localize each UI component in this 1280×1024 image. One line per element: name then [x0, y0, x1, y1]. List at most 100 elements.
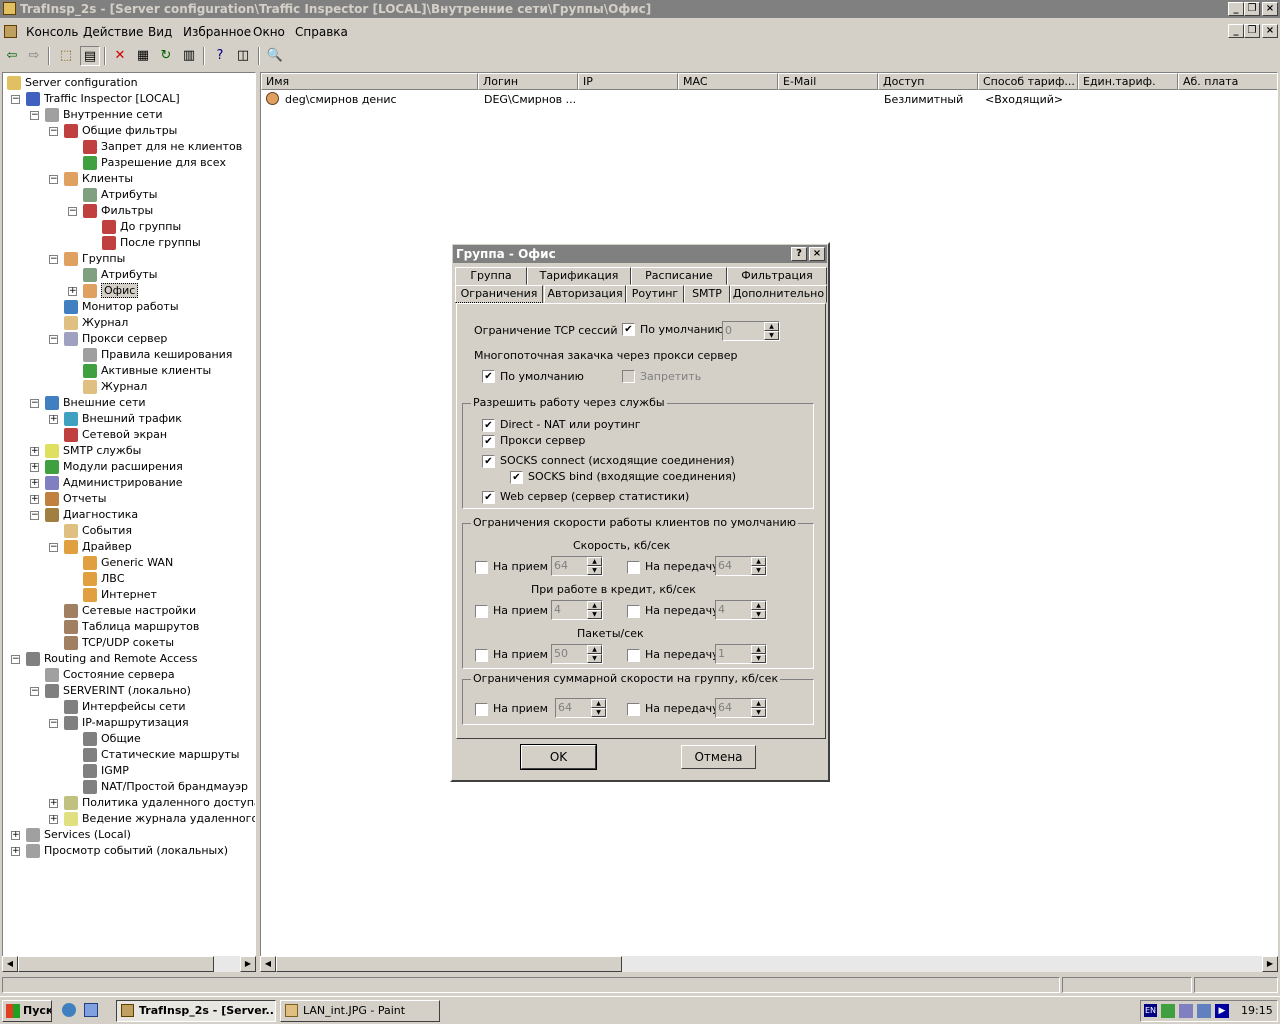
list-hscrollbar[interactable]: ◀ ▶ — [260, 956, 1278, 972]
service-socks-connect-checkbox[interactable]: ✔ — [482, 455, 495, 468]
task-trafinsp[interactable]: TrafInsp_2s - [Server... — [116, 1000, 276, 1022]
scroll-right-icon[interactable]: ▶ — [1262, 956, 1278, 972]
column-header-tariff-unit[interactable]: Един.тариф. — [1078, 73, 1178, 90]
tree-item[interactable]: Сетевой экран — [64, 427, 167, 443]
column-header-fee[interactable]: Аб. плата — [1178, 73, 1277, 90]
search-icon[interactable]: 🔍 — [265, 46, 285, 66]
traffic-inspector-tray-icon[interactable] — [1161, 1004, 1175, 1018]
mdi-close-icon[interactable]: × — [1262, 24, 1278, 38]
spin-down-icon[interactable]: ▼ — [751, 708, 766, 717]
tree-item[interactable]: Сетевые настройки — [64, 603, 196, 619]
collapse-icon[interactable]: − — [49, 255, 58, 264]
group-send-checkbox[interactable] — [627, 703, 640, 716]
credit-recv-checkbox[interactable] — [475, 605, 488, 618]
tree-item[interactable]: − Драйвер — [49, 539, 132, 555]
tree-item[interactable]: Server configuration — [7, 75, 138, 91]
menu-console[interactable]: Консоль — [26, 25, 78, 39]
tree-item[interactable]: До группы — [102, 219, 181, 235]
menu-window[interactable]: Окно — [253, 25, 285, 39]
app-icon[interactable] — [3, 2, 16, 15]
group-recv-spinner[interactable]: 64 ▲ ▼ — [555, 698, 607, 718]
collapse-icon[interactable]: − — [49, 127, 58, 136]
expand-icon[interactable]: + — [11, 831, 20, 840]
packets-recv-spinner[interactable]: 50 ▲ ▼ — [551, 644, 603, 664]
export-icon[interactable]: ▥ — [179, 46, 199, 66]
tree-item[interactable]: IGMP — [83, 763, 129, 779]
tab-additional[interactable]: Дополнительно — [730, 285, 827, 303]
help-icon[interactable]: ? — [791, 247, 807, 261]
column-header-login[interactable]: Логин — [478, 73, 578, 90]
tree-item[interactable]: + SMTP службы — [30, 443, 141, 459]
tree-item[interactable]: TCP/UDP сокеты — [64, 635, 174, 651]
tree-item[interactable]: После группы — [102, 235, 201, 251]
console-icon[interactable] — [4, 25, 17, 38]
minimize-icon[interactable]: _ — [1228, 2, 1244, 16]
credit-recv-spinner[interactable]: 4 ▲ ▼ — [551, 600, 603, 620]
packets-send-checkbox[interactable] — [627, 649, 640, 662]
tree-item[interactable]: ЛВС — [83, 571, 125, 587]
spin-up-icon[interactable]: ▲ — [591, 699, 606, 708]
menu-help[interactable]: Справка — [295, 25, 348, 39]
expand-icon[interactable]: + — [49, 815, 58, 824]
tree-item[interactable]: − Прокси сервер — [49, 331, 167, 347]
credit-send-spinner[interactable]: 4 ▲ ▼ — [715, 600, 767, 620]
collapse-icon[interactable]: − — [11, 95, 20, 104]
group-recv-checkbox[interactable] — [475, 703, 488, 716]
tree-item[interactable]: Интернет — [83, 587, 157, 603]
tree-item[interactable]: Атрибуты — [83, 267, 157, 283]
collapse-icon[interactable]: − — [11, 655, 20, 664]
collapse-icon[interactable]: − — [30, 111, 39, 120]
tab-routing[interactable]: Роутинг — [626, 285, 684, 303]
collapse-icon[interactable]: − — [49, 719, 58, 728]
tree-item[interactable]: События — [64, 523, 132, 539]
spin-up-icon[interactable]: ▲ — [751, 557, 766, 566]
column-header-email[interactable]: E-Mail — [778, 73, 878, 90]
column-header-ip[interactable]: IP — [578, 73, 678, 90]
properties-icon[interactable]: ▦ — [133, 46, 153, 66]
tree-item[interactable]: Интерфейсы сети — [64, 699, 186, 715]
spin-down-icon[interactable]: ▼ — [591, 708, 606, 717]
expand-icon[interactable]: + — [68, 287, 77, 296]
scroll-left-icon[interactable]: ◀ — [260, 956, 276, 972]
service-socks-bind-checkbox[interactable]: ✔ — [510, 471, 523, 484]
tab-restrictions[interactable]: Ограничения — [455, 285, 543, 303]
tree-item[interactable]: − Общие фильтры — [49, 123, 177, 139]
tree-item[interactable]: − Группы — [49, 251, 125, 267]
tree-item[interactable]: + Ведение журнала удаленного дос — [49, 811, 255, 827]
tree-hscrollbar[interactable]: ◀ ▶ — [2, 956, 256, 972]
tree-item[interactable]: Монитор работы — [64, 299, 179, 315]
tree-item[interactable]: − Внешние сети — [30, 395, 146, 411]
speed-send-checkbox[interactable] — [627, 561, 640, 574]
spin-up-icon[interactable]: ▲ — [587, 557, 602, 566]
speed-recv-checkbox[interactable] — [475, 561, 488, 574]
delete-icon[interactable]: ✕ — [110, 46, 130, 66]
network-icon[interactable] — [1179, 1004, 1193, 1018]
tree-item[interactable]: + Просмотр событий (локальных) — [11, 843, 228, 859]
spin-down-icon[interactable]: ▼ — [587, 610, 602, 619]
tree-item[interactable]: Активные клиенты — [83, 363, 211, 379]
column-header-access[interactable]: Доступ — [878, 73, 978, 90]
tree-item[interactable]: − Клиенты — [49, 171, 133, 187]
expand-icon[interactable]: + — [30, 447, 39, 456]
outlook-icon[interactable] — [84, 1003, 98, 1017]
collapse-icon[interactable]: − — [30, 511, 39, 520]
expand-icon[interactable]: + — [30, 495, 39, 504]
column-header-mac[interactable]: MAC — [678, 73, 778, 90]
expand-icon[interactable]: + — [11, 847, 20, 856]
multithread-deny-checkbox[interactable] — [622, 370, 635, 383]
tree-item[interactable]: Общие — [83, 731, 141, 747]
scroll-thumb[interactable] — [18, 956, 214, 972]
tree-item[interactable]: − Внутренние сети — [30, 107, 163, 123]
tree-item[interactable]: + Модули расширения — [30, 459, 183, 475]
spin-down-icon[interactable]: ▼ — [751, 654, 766, 663]
service-direct-checkbox[interactable]: ✔ — [482, 419, 495, 432]
tree-item[interactable]: Атрибуты — [83, 187, 157, 203]
mdi-minimize-icon[interactable]: _ — [1228, 24, 1244, 38]
column-header-name[interactable]: Имя — [261, 73, 478, 90]
tree-item[interactable]: − Фильтры — [68, 203, 153, 219]
tree-item[interactable]: + Офис — [68, 283, 139, 299]
restore-icon[interactable]: ❐ — [1244, 2, 1260, 16]
tree-item[interactable]: − Traffic Inspector [LOCAL] — [11, 91, 180, 107]
task-paint[interactable]: LAN_int.JPG - Paint — [280, 1000, 440, 1022]
spin-up-icon[interactable]: ▲ — [587, 645, 602, 654]
